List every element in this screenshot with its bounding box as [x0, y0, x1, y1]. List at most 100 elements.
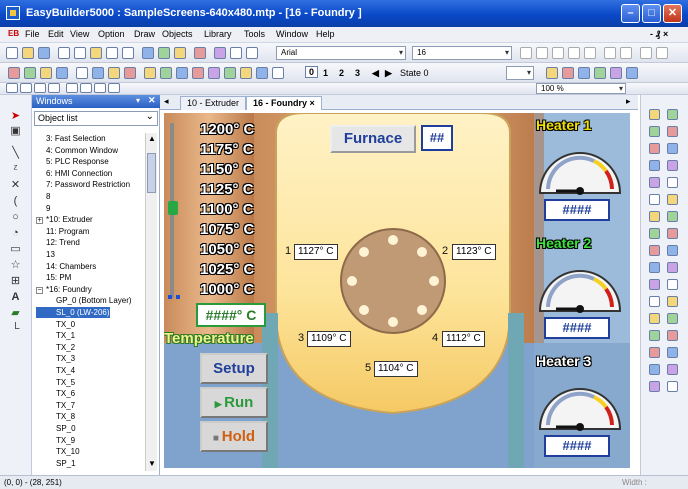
print-icon[interactable]: [142, 47, 154, 59]
run-button[interactable]: ▶ Run: [200, 387, 268, 418]
ascii-display-icon[interactable]: [192, 67, 204, 79]
tree-item[interactable]: SP_0: [36, 423, 76, 434]
tree-item[interactable]: 14: Chambers: [36, 261, 96, 272]
object-tool-icon[interactable]: [667, 296, 678, 307]
object-tool-icon[interactable]: [649, 279, 660, 290]
align-top-icon[interactable]: [66, 83, 78, 93]
tree-item[interactable]: TX_0: [36, 319, 75, 330]
furnace-number[interactable]: ##: [421, 125, 453, 151]
object-tool-icon[interactable]: [649, 194, 660, 205]
heater-value[interactable]: ####: [544, 199, 610, 221]
tree-item[interactable]: − *16: Foundry: [36, 284, 92, 295]
picture-library-icon[interactable]: [562, 67, 574, 79]
tree-item[interactable]: 6: HMI Connection: [36, 168, 112, 179]
pie-tool-icon[interactable]: ◔: [9, 227, 22, 240]
line-icon[interactable]: [214, 47, 226, 59]
tree-item[interactable]: TX_8: [36, 411, 75, 422]
object-tool-icon[interactable]: [667, 194, 678, 205]
arc-tool-icon[interactable]: (: [9, 195, 22, 208]
object-tool-icon[interactable]: [649, 296, 660, 307]
library-tool-icon[interactable]: ▣: [9, 125, 22, 138]
text-library-icon[interactable]: [610, 67, 622, 79]
line-tool-icon[interactable]: ╲: [9, 147, 22, 160]
rect-tool-icon[interactable]: ▭: [9, 243, 22, 256]
tree-item[interactable]: 11: Program: [36, 226, 89, 237]
indirect-window-icon[interactable]: [208, 67, 220, 79]
tree-item[interactable]: TX_2: [36, 342, 75, 353]
alarm-bar-icon[interactable]: [240, 67, 252, 79]
picture-tool-icon[interactable]: ▰: [9, 307, 22, 320]
tree-item[interactable]: 8: [36, 191, 50, 202]
menu-edit[interactable]: Edit: [48, 29, 64, 39]
object-tool-icon[interactable]: [667, 211, 678, 222]
tab-foundry[interactable]: 16 - Foundry ×: [246, 96, 322, 110]
menu-file[interactable]: File: [25, 29, 40, 39]
open-icon[interactable]: [22, 47, 34, 59]
menu-objects[interactable]: Objects: [162, 29, 193, 39]
object-tool-icon[interactable]: [649, 364, 660, 375]
group-icon[interactable]: [6, 83, 18, 93]
design-canvas[interactable]: 1200° C 1175° C 1150° C 1125° C 1100° C …: [164, 113, 630, 468]
free-line-tool-icon[interactable]: ✕: [9, 179, 22, 192]
word-lamp-icon[interactable]: [24, 67, 36, 79]
tree-item[interactable]: 5: PLC Response: [36, 156, 109, 167]
object-tool-icon[interactable]: [649, 313, 660, 324]
set-word-icon[interactable]: [56, 67, 68, 79]
undo-icon[interactable]: [106, 47, 118, 59]
object-tool-icon[interactable]: [667, 109, 678, 120]
grow-font-icon[interactable]: [520, 47, 532, 59]
tab-extruder[interactable]: 10 - Extruder: [180, 96, 247, 110]
tree-item[interactable]: TX_5: [36, 377, 75, 388]
tree-item[interactable]: SP_1: [36, 458, 76, 469]
scroll-up-icon[interactable]: ▲: [148, 134, 156, 143]
mdi-window-controls[interactable]: - ₰ ×: [650, 29, 668, 39]
circle-tool-icon[interactable]: ○: [9, 211, 22, 224]
furnace-button[interactable]: Furnace: [330, 125, 416, 153]
set-bit-icon[interactable]: [40, 67, 52, 79]
sensor-3-value[interactable]: 1109° C: [307, 331, 351, 347]
tree-item[interactable]: TX_6: [36, 388, 75, 399]
panel-close-icon[interactable]: ✕: [148, 95, 156, 106]
object-tool-icon[interactable]: [649, 245, 660, 256]
font-combo[interactable]: Arial: [276, 46, 406, 60]
layer-3[interactable]: 3: [355, 68, 360, 78]
align-left-icon[interactable]: [552, 47, 564, 59]
polyline-tool-icon[interactable]: ᶻ: [9, 163, 22, 176]
tree-item[interactable]: SL_0 (LW-206): [36, 307, 110, 318]
tree-item[interactable]: 7: Password Restriction: [36, 179, 130, 190]
sensor-2-value[interactable]: 1123° C: [452, 244, 496, 260]
heater-value[interactable]: ####: [544, 317, 610, 339]
align-right-icon[interactable]: [584, 47, 596, 59]
tab-scroll-left-icon[interactable]: ◂: [164, 96, 169, 107]
layer-0[interactable]: 0: [305, 66, 319, 78]
same-width-icon[interactable]: [94, 83, 106, 93]
object-tool-icon[interactable]: [649, 126, 660, 137]
object-tool-icon[interactable]: [649, 381, 660, 392]
window-list-icon[interactable]: [626, 67, 638, 79]
select-arrow-icon[interactable]: ➤: [9, 110, 22, 123]
numeric-display-icon[interactable]: [160, 67, 172, 79]
align-center-icon[interactable]: [568, 47, 580, 59]
address-tag-icon[interactable]: [594, 67, 606, 79]
object-tool-icon[interactable]: [667, 126, 678, 137]
temperature-readout[interactable]: ####° C: [196, 303, 266, 327]
copy-icon[interactable]: [74, 47, 86, 59]
object-tool-icon[interactable]: [667, 177, 678, 188]
object-tool-icon[interactable]: [667, 347, 678, 358]
object-tool-icon[interactable]: [649, 160, 660, 171]
tree-item[interactable]: GP_0 (Bottom Layer): [36, 295, 132, 306]
sound-library-icon[interactable]: [578, 67, 590, 79]
table-icon[interactable]: [272, 67, 284, 79]
tree-scrollbar[interactable]: ▲ ▼: [145, 133, 157, 471]
state-next-icon[interactable]: ▶: [385, 68, 392, 79]
object-tool-icon[interactable]: [667, 364, 678, 375]
menu-option[interactable]: Option: [98, 29, 125, 39]
object-tool-icon[interactable]: [649, 177, 660, 188]
trend-icon[interactable]: [256, 67, 268, 79]
send-back-icon[interactable]: [48, 83, 60, 93]
tree-item[interactable]: 12: Trend: [36, 237, 80, 248]
multi-state-icon[interactable]: [108, 67, 120, 79]
panel-menu-icon[interactable]: ▾: [136, 96, 140, 105]
sensor-5-value[interactable]: 1104° C: [374, 361, 418, 377]
object-tool-icon[interactable]: [667, 245, 678, 256]
